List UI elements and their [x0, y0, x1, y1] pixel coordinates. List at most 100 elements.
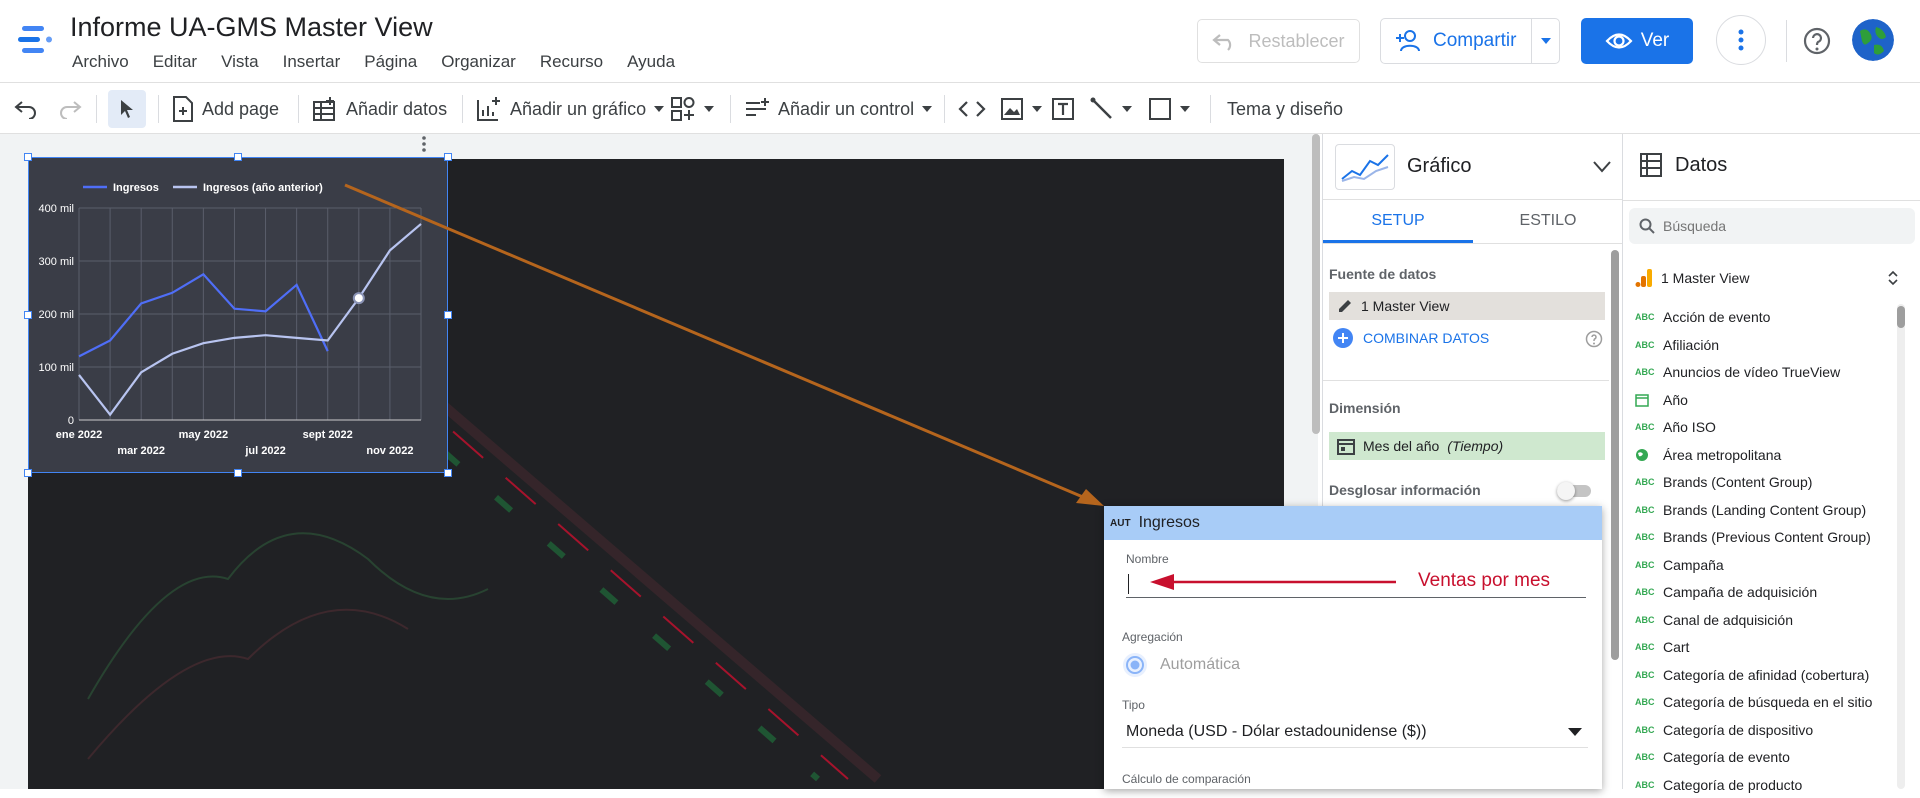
x-tick-label: jul 2022: [244, 445, 285, 457]
menu-insertar[interactable]: Insertar: [271, 52, 353, 72]
field-item[interactable]: ABC Categoría de búsqueda en el sitio: [1635, 689, 1872, 715]
add-page-button[interactable]: Add page: [172, 83, 279, 135]
add-chart-button[interactable]: Añadir un gráfico: [476, 83, 665, 135]
add-control-button[interactable]: Añadir un control: [744, 83, 933, 135]
popup-header: AUT Ingresos: [1104, 506, 1602, 540]
resize-handle[interactable]: [444, 469, 452, 477]
y-tick-label: 300 mil: [39, 256, 74, 268]
text-type-icon: ABC: [1635, 642, 1655, 652]
field-item[interactable]: ABC Categoría de afinidad (cobertura): [1635, 662, 1869, 688]
text-type-icon: ABC: [1635, 724, 1655, 735]
menu-editar[interactable]: Editar: [141, 52, 209, 72]
resize-handle[interactable]: [24, 153, 32, 161]
menu-ayuda[interactable]: Ayuda: [615, 52, 687, 72]
chevron-down-icon: [922, 106, 933, 112]
undo-icon[interactable]: [14, 83, 40, 135]
field-item[interactable]: Área metropolitana: [1635, 442, 1781, 468]
globe-icon: [1635, 448, 1663, 462]
text-type-icon: ABC: [1635, 697, 1655, 707]
text-type-icon: ABC: [1635, 422, 1655, 432]
redo-icon[interactable]: [56, 83, 82, 135]
field-name: Categoría de producto: [1663, 776, 1803, 793]
resize-handle[interactable]: [24, 311, 32, 319]
field-item[interactable]: ABC Año ISO: [1635, 414, 1716, 440]
looker-studio-logo-icon[interactable]: [16, 20, 56, 60]
aut-badge: AUT: [1110, 517, 1131, 529]
menu-recurso[interactable]: Recurso: [528, 52, 615, 72]
tab-estilo[interactable]: ESTILO: [1473, 200, 1623, 243]
canvas-scrollbar[interactable]: [1312, 134, 1320, 434]
share-button[interactable]: Compartir: [1380, 18, 1560, 64]
resize-handle[interactable]: [444, 153, 452, 161]
add-circle-icon: [1333, 328, 1353, 348]
add-page-icon: [173, 96, 193, 122]
search-icon: [1639, 218, 1655, 234]
aggregation-label: Agregación: [1122, 630, 1183, 644]
image-insert-button[interactable]: [1000, 83, 1042, 135]
theme-layout-button[interactable]: Tema y diseño: [1227, 83, 1343, 135]
field-item[interactable]: ABC Cart: [1635, 634, 1689, 660]
shape-insert-button[interactable]: [1148, 83, 1190, 135]
resize-handle[interactable]: [444, 311, 452, 319]
more-options-icon[interactable]: [1716, 15, 1766, 65]
help-icon[interactable]: [1801, 25, 1833, 57]
add-data-button[interactable]: Añadir datos: [312, 83, 447, 135]
reset-button[interactable]: Restablecer: [1197, 19, 1360, 63]
view-button[interactable]: Ver: [1581, 18, 1693, 64]
panel-header[interactable]: Gráfico: [1323, 134, 1623, 200]
field-item[interactable]: ABC Acción de evento: [1635, 304, 1770, 330]
field-item[interactable]: ABC Canal de adquisición: [1635, 607, 1793, 633]
field-item[interactable]: ABC Categoría de producto: [1635, 772, 1802, 798]
field-item[interactable]: Año: [1635, 387, 1688, 413]
line-insert-button[interactable]: [1090, 83, 1132, 135]
chevron-down-icon[interactable]: [1593, 160, 1611, 173]
datos-source[interactable]: 1 Master View: [1635, 268, 1749, 288]
aggregation-radio[interactable]: Automática: [1122, 652, 1240, 678]
data-source-chip[interactable]: 1 Master View: [1329, 292, 1605, 320]
resize-handle[interactable]: [24, 469, 32, 477]
text-type-icon: ABC: [1635, 367, 1655, 377]
menu-pagina[interactable]: Página: [352, 52, 429, 72]
datos-scrollbar[interactable]: [1897, 306, 1905, 328]
field-item[interactable]: ABC Afiliación: [1635, 332, 1719, 358]
menu-vista[interactable]: Vista: [209, 52, 271, 72]
field-item[interactable]: ABC Campaña: [1635, 552, 1724, 578]
field-item[interactable]: ABC Brands (Landing Content Group): [1635, 497, 1866, 523]
chart-more-icon[interactable]: [418, 134, 430, 154]
type-label: Tipo: [1122, 698, 1145, 712]
search-input[interactable]: [1663, 218, 1883, 234]
panel-scrollbar[interactable]: [1611, 250, 1619, 660]
help-circle-icon[interactable]: [1585, 330, 1603, 353]
resize-handle[interactable]: [234, 469, 242, 477]
field-item[interactable]: ABC Brands (Content Group): [1635, 469, 1812, 495]
field-item[interactable]: ABC Categoría de dispositivo: [1635, 717, 1813, 743]
type-select[interactable]: Moneda (USD - Dólar estadounidense ($)): [1122, 716, 1588, 748]
rectangle-icon: [1149, 98, 1171, 120]
collapse-chevron-icon[interactable]: [1887, 270, 1899, 291]
select-pointer-icon[interactable]: [108, 90, 146, 128]
time-series-chart[interactable]: 0 100 mil 200 mil 300 mil 400 mil ene 2022 may…: [28, 157, 448, 473]
breakdown-toggle[interactable]: [1557, 482, 1591, 500]
embed-code-icon[interactable]: [958, 83, 986, 135]
field-name: Categoría de búsqueda en el sitio: [1663, 694, 1873, 710]
share-dropdown-icon[interactable]: [1531, 19, 1559, 63]
text-box-icon[interactable]: [1051, 83, 1075, 135]
resize-handle[interactable]: [234, 153, 242, 161]
blend-data-button[interactable]: COMBINAR DATOS: [1333, 328, 1489, 348]
toolbar-divider: [462, 95, 463, 123]
menu-archivo[interactable]: Archivo: [60, 52, 141, 72]
field-item[interactable]: ABC Campaña de adquisición: [1635, 579, 1817, 605]
analytics-bars-icon: [1635, 269, 1652, 287]
field-item[interactable]: ABC Categoría de evento: [1635, 744, 1790, 770]
community-viz-button[interactable]: [670, 83, 714, 135]
report-title[interactable]: Informe UA-GMS Master View: [70, 12, 433, 43]
toolbar-divider: [944, 95, 945, 123]
menu-organizar[interactable]: Organizar: [429, 52, 528, 72]
tab-setup[interactable]: SETUP: [1323, 200, 1473, 243]
search-field[interactable]: [1629, 208, 1915, 244]
field-item[interactable]: ABC Brands (Previous Content Group): [1635, 524, 1871, 550]
field-item[interactable]: ABC Anuncios de vídeo TrueView: [1635, 359, 1840, 385]
dimension-chip[interactable]: Mes del año (Tiempo): [1329, 432, 1605, 460]
avatar[interactable]: [1852, 19, 1894, 61]
eye-icon: [1605, 33, 1633, 49]
